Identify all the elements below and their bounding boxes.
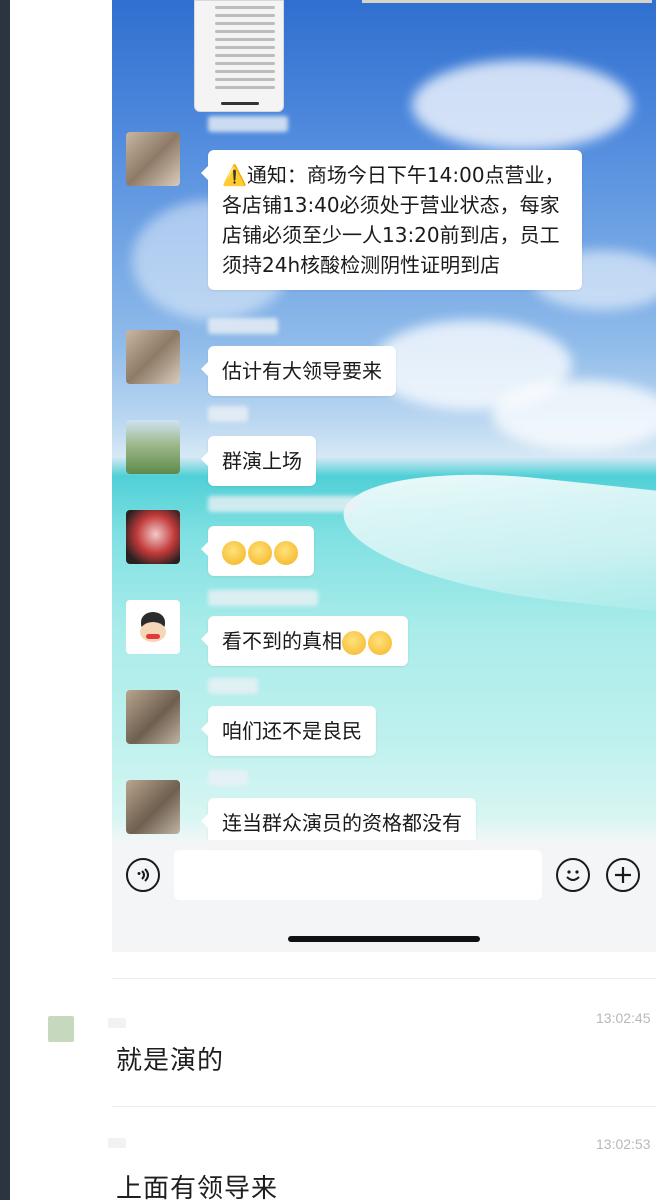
sender-name: [208, 318, 278, 334]
avatar[interactable]: [126, 600, 180, 654]
message-bubble[interactable]: 估计有大领导要来: [201, 346, 396, 396]
comment-divider: [112, 978, 656, 979]
comment-author: [108, 1138, 126, 1148]
comment-time: 13:02:45: [596, 1010, 651, 1026]
top-line: [362, 0, 652, 3]
sender-name: [208, 770, 248, 786]
sender-name: [208, 116, 288, 132]
message-input[interactable]: [174, 850, 542, 900]
sender-name: [208, 678, 258, 694]
smile-icon[interactable]: [556, 858, 590, 892]
beach-sand: [336, 458, 656, 622]
comment-text: 就是演的: [116, 1046, 225, 1076]
avatar[interactable]: [126, 330, 180, 384]
message-bubble[interactable]: [201, 526, 314, 576]
message-bubble[interactable]: 看不到的真相: [201, 616, 408, 666]
message-bubble[interactable]: 群演上场: [201, 436, 316, 486]
comment-author: [108, 1018, 126, 1028]
cloud: [412, 60, 632, 150]
chat-input-bar: [112, 840, 656, 952]
window-edge: [0, 0, 10, 1200]
chat-screenshot: ⚠️通知：商场今日下午14:00点营业，各店铺13:40必须处于营业状态，每家店…: [112, 0, 656, 952]
comment-divider: [112, 1106, 656, 1107]
voice-icon[interactable]: [126, 858, 160, 892]
forwarded-screenshot-thumbnail[interactable]: [194, 0, 284, 112]
avatar[interactable]: [126, 420, 180, 474]
flushed-icon: [368, 630, 392, 655]
facepalm-icon: [274, 540, 298, 565]
comment-time: 13:02:53: [596, 1136, 651, 1152]
facepalm-icon: [248, 540, 272, 565]
plus-icon[interactable]: [606, 858, 640, 892]
message-bubble[interactable]: 咱们还不是良民: [201, 706, 376, 756]
message-text: 看不到的真相: [222, 629, 342, 653]
flushed-icon: [342, 630, 366, 655]
comment-text: 上面有领导来: [116, 1174, 279, 1200]
avatar[interactable]: [126, 510, 180, 564]
message-bubble[interactable]: ⚠️通知：商场今日下午14:00点营业，各店铺13:40必须处于营业状态，每家店…: [201, 150, 582, 290]
sender-name: [208, 590, 318, 606]
sender-name: [208, 406, 248, 422]
sender-name: [208, 496, 358, 512]
avatar[interactable]: [126, 690, 180, 744]
avatar[interactable]: [126, 132, 180, 186]
avatar[interactable]: [126, 780, 180, 834]
facepalm-icon: [222, 540, 246, 565]
cloud: [492, 380, 656, 450]
home-indicator: [288, 936, 480, 942]
comment-avatar[interactable]: [48, 1016, 74, 1042]
